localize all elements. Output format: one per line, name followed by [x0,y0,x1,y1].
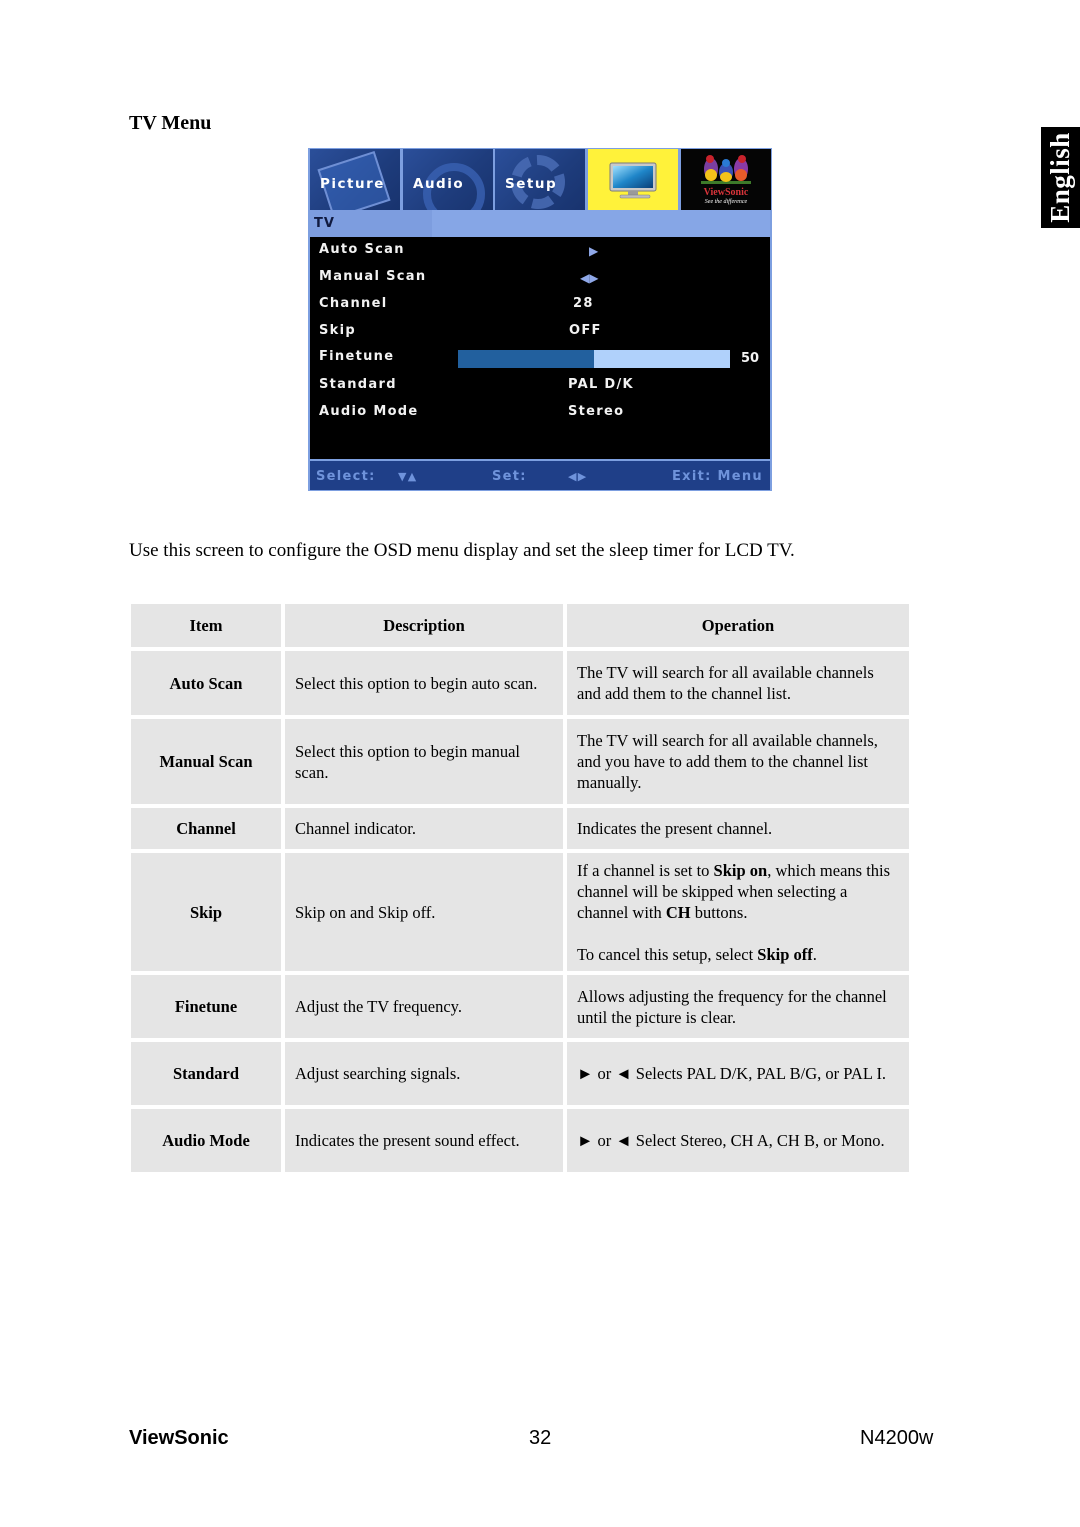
cell-description: Channel indicator. [285,808,563,849]
intro-paragraph: Use this screen to configure the OSD men… [129,540,795,561]
osd-item-value: OFF [569,323,602,338]
finetune-slider[interactable] [458,350,730,368]
select-hint-label: Select: [316,469,376,484]
cell-item: Audio Mode [131,1109,281,1172]
osd-item-finetune[interactable]: Finetune 50 [310,345,770,371]
osd-item-label: Finetune [319,349,395,364]
cell-description: Skip on and Skip off. [285,853,563,971]
osd-tab-logo: ViewSonic See the difference [681,149,771,210]
header-operation: Operation [567,604,909,647]
osd-item-label: Standard [319,377,397,392]
osd-item-value: PAL D/K [568,377,634,392]
osd-item-manual-scan[interactable]: Manual Scan ◀▶ [310,265,770,291]
osd-item-value: 28 [573,296,594,311]
cell-item: Skip [131,853,281,971]
up-down-arrows-icon: ▼▲ [398,470,418,483]
footer-brand: ViewSonic [129,1427,229,1449]
tv-osd-menu: Picture Audio Setup ViewSonic See the di… [308,148,772,491]
osd-header-title: TV [314,216,335,231]
tv-icon [609,162,657,199]
osd-menu-list: Auto Scan ▶ Manual Scan ◀▶ Channel 28 Sk… [310,237,770,459]
language-tab: English [1041,127,1080,228]
osd-item-skip[interactable]: Skip OFF [310,319,770,345]
finetune-slider-fill [458,350,594,368]
cell-operation: If a channel is set to Skip on, which me… [567,853,909,971]
osd-item-label: Auto Scan [319,242,405,257]
set-hint-label: Set: [492,469,527,484]
viewsonic-birds-logo [701,155,751,184]
skip-off-note: To cancel this setup, select Skip off. [577,944,899,965]
osd-tab-bar: Picture Audio Setup ViewSonic See the di… [310,149,771,210]
arrow-left-right-icon: ◀▶ [580,271,599,285]
emphasis: CH [665,902,691,922]
text: buttons. [690,902,748,922]
footer-model: N4200w [860,1427,934,1449]
skip-on-note: If a channel is set to Skip on, which me… [577,860,899,923]
table-row: Audio Mode Indicates the present sound e… [131,1109,909,1172]
tab-label: Setup [505,176,558,192]
language-label: English [1045,132,1075,223]
cell-description: Select this option to begin manual scan. [285,719,563,804]
tv-menu-table: Item Description Operation Auto Scan Sel… [127,600,913,1176]
osd-item-audio-mode[interactable]: Audio Mode Stereo [310,400,770,426]
emphasis: Skip off [757,944,813,964]
cell-operation: Indicates the present channel. [567,808,909,849]
arrow-right-icon: ▶ [589,244,599,258]
table-row: Skip Skip on and Skip off. If a channel … [131,853,909,971]
emphasis: Skip on [713,860,768,880]
osd-item-label: Skip [319,323,356,338]
section-title: TV Menu [129,112,212,134]
cell-item: Channel [131,808,281,849]
text: To cancel this setup, select [577,944,758,964]
table-row: Finetune Adjust the TV frequency. Allows… [131,975,909,1038]
cell-item: Standard [131,1042,281,1105]
cell-operation: ► or ◄ Selects PAL D/K, PAL B/G, or PAL … [567,1042,909,1105]
osd-item-label: Channel [319,296,388,311]
finetune-value: 50 [741,351,760,366]
osd-tab-tv[interactable] [588,149,678,210]
osd-item-label: Manual Scan [319,269,427,284]
viewsonic-tagline: See the difference [704,199,748,205]
tab-label: Picture [320,176,385,192]
tab-label: Audio [413,176,465,192]
header-item: Item [131,604,281,647]
cell-operation: Allows adjusting the frequency for the c… [567,975,909,1038]
osd-tab-audio[interactable]: Audio [403,149,493,210]
osd-item-value: Stereo [568,404,625,419]
cell-operation: The TV will search for all available cha… [567,651,909,715]
text: If a channel is set to [577,860,714,880]
footer-page-number: 32 [529,1427,552,1449]
osd-section-header: TV [310,210,770,237]
cell-item: Finetune [131,975,281,1038]
cell-description: Indicates the present sound effect. [285,1109,563,1172]
osd-item-label: Audio Mode [319,404,419,419]
osd-item-standard[interactable]: Standard PAL D/K [310,373,770,399]
cell-operation: ► or ◄ Select Stereo, CH A, CH B, or Mon… [567,1109,909,1172]
osd-footer-hints: Select: ▼▲ Set: ◀▶ Exit: Menu [310,461,770,490]
table-row: Standard Adjust searching signals. ► or … [131,1042,909,1105]
table-header-row: Item Description Operation [131,604,909,647]
osd-item-auto-scan[interactable]: Auto Scan ▶ [310,238,770,264]
viewsonic-logo-text: ViewSonic [703,187,749,198]
osd-item-channel[interactable]: Channel 28 [310,292,770,318]
table-row: Channel Channel indicator. Indicates the… [131,808,909,849]
cell-description: Select this option to begin auto scan. [285,651,563,715]
left-right-arrows-icon: ◀▶ [568,470,588,483]
cell-item: Manual Scan [131,719,281,804]
exit-hint-label: Exit: Menu [672,469,763,484]
cell-description: Adjust the TV frequency. [285,975,563,1038]
cell-operation: The TV will search for all available cha… [567,719,909,804]
cell-item: Auto Scan [131,651,281,715]
text: . [812,944,817,964]
table-row: Auto Scan Select this option to begin au… [131,651,909,715]
cell-description: Adjust searching signals. [285,1042,563,1105]
osd-tab-picture[interactable]: Picture [310,149,400,210]
header-description: Description [285,604,563,647]
osd-tab-setup[interactable]: Setup [495,149,585,210]
table-row: Manual Scan Select this option to begin … [131,719,909,804]
